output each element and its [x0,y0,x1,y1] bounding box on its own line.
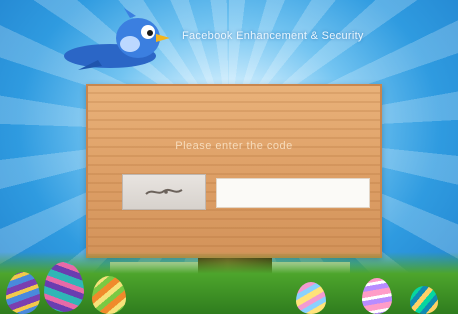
captcha-input[interactable] [216,178,370,208]
bird-icon [64,8,170,70]
sign-board: Please enter the code [86,84,382,258]
app-title: Facebook Enhancement & Security [182,30,364,42]
sign-heading: Please enter the code [175,140,293,152]
easter-egg-icon [296,282,326,314]
easter-egg-icon [362,278,392,314]
captcha-glyph-icon [145,188,183,195]
easter-egg-icon [92,276,126,314]
easter-egg-icon [410,286,438,314]
login-scene: Facebook Enhancement & Security Please e… [0,0,458,314]
captcha-image [122,174,206,210]
easter-egg-icon [6,272,40,314]
